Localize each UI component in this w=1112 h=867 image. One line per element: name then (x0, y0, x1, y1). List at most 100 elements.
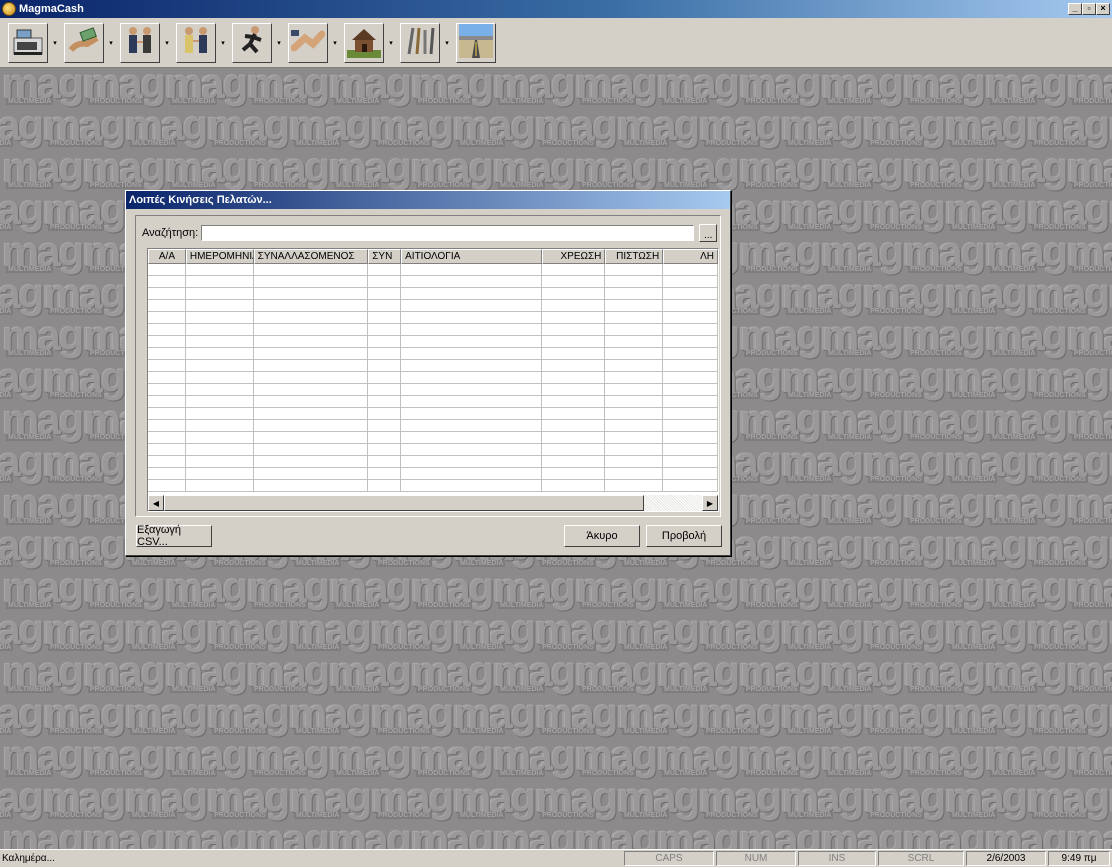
table-cell[interactable] (148, 348, 186, 360)
table-cell[interactable] (368, 264, 402, 276)
table-row[interactable] (148, 288, 718, 300)
table-cell[interactable] (541, 336, 606, 348)
table-cell[interactable] (541, 444, 606, 456)
running-man-button[interactable] (232, 22, 272, 63)
table-cell[interactable] (663, 408, 718, 420)
table-row[interactable] (148, 384, 718, 396)
table-cell[interactable] (541, 372, 606, 384)
table-cell[interactable] (541, 264, 606, 276)
table-cell[interactable] (368, 396, 402, 408)
table-cell[interactable] (185, 312, 254, 324)
table-row[interactable] (148, 432, 718, 444)
table-cell[interactable] (148, 432, 186, 444)
table-cell[interactable] (663, 276, 718, 288)
column-header[interactable]: ΛΗ (663, 249, 718, 264)
horizontal-scrollbar[interactable]: ◀ ▶ (148, 495, 718, 511)
table-cell[interactable] (605, 396, 664, 408)
dropdown-arrow-icon[interactable]: ▾ (332, 23, 338, 63)
column-header[interactable]: ΣΥΝΑΛΛΑΣΟΜΕΝΟΣ (253, 249, 369, 264)
table-cell[interactable] (401, 480, 542, 492)
dropdown-arrow-icon[interactable]: ▾ (52, 23, 58, 63)
table-cell[interactable] (401, 336, 542, 348)
table-cell[interactable] (368, 432, 402, 444)
table-cell[interactable] (185, 288, 254, 300)
table-cell[interactable] (541, 360, 606, 372)
table-cell[interactable] (401, 276, 542, 288)
table-cell[interactable] (541, 300, 606, 312)
table-cell[interactable] (148, 300, 186, 312)
table-cell[interactable] (148, 396, 186, 408)
table-cell[interactable] (148, 444, 186, 456)
table-cell[interactable] (663, 444, 718, 456)
table-cell[interactable] (148, 384, 186, 396)
table-cell[interactable] (368, 348, 402, 360)
table-cell[interactable] (253, 384, 369, 396)
table-cell[interactable] (605, 432, 664, 444)
money-hand-button[interactable] (64, 22, 104, 63)
table-cell[interactable] (605, 288, 664, 300)
table-cell[interactable] (148, 264, 186, 276)
table-cell[interactable] (185, 324, 254, 336)
scroll-track[interactable] (644, 495, 702, 511)
table-cell[interactable] (253, 360, 369, 372)
table-cell[interactable] (605, 276, 664, 288)
handshake-people-button[interactable] (176, 22, 216, 63)
table-cell[interactable] (663, 468, 718, 480)
minimize-button[interactable]: _ (1068, 3, 1082, 15)
table-cell[interactable] (185, 408, 254, 420)
table-row[interactable] (148, 372, 718, 384)
table-cell[interactable] (253, 372, 369, 384)
dropdown-arrow-icon[interactable]: ▾ (220, 23, 226, 63)
table-cell[interactable] (253, 324, 369, 336)
table-cell[interactable] (368, 360, 402, 372)
table-cell[interactable] (663, 324, 718, 336)
table-cell[interactable] (253, 468, 369, 480)
table-cell[interactable] (541, 324, 606, 336)
table-row[interactable] (148, 276, 718, 288)
table-row[interactable] (148, 336, 718, 348)
table-cell[interactable] (605, 420, 664, 432)
table-row[interactable] (148, 420, 718, 432)
table-cell[interactable] (401, 408, 542, 420)
table-cell[interactable] (253, 312, 369, 324)
table-cell[interactable] (253, 444, 369, 456)
table-cell[interactable] (605, 468, 664, 480)
table-cell[interactable] (401, 444, 542, 456)
table-cell[interactable] (185, 432, 254, 444)
table-cell[interactable] (401, 420, 542, 432)
road-button[interactable] (456, 22, 496, 63)
table-cell[interactable] (253, 348, 369, 360)
table-cell[interactable] (541, 408, 606, 420)
restore-button[interactable]: ▫ (1082, 3, 1096, 15)
dropdown-arrow-icon[interactable]: ▾ (108, 23, 114, 63)
table-row[interactable] (148, 468, 718, 480)
table-cell[interactable] (401, 288, 542, 300)
transactions-grid[interactable]: Α/Α ΗΜΕΡΟΜΗΝΙΑ ΣΥΝΑΛΛΑΣΟΜΕΝΟΣ ΣΥΝ ΑΙΤΙΟΛΟΓΙΑ… (147, 248, 719, 512)
table-cell[interactable] (148, 312, 186, 324)
table-cell[interactable] (663, 384, 718, 396)
table-cell[interactable] (401, 348, 542, 360)
table-cell[interactable] (663, 456, 718, 468)
column-header[interactable]: ΧΡΕΩΣΗ (541, 249, 606, 264)
table-cell[interactable] (663, 432, 718, 444)
dropdown-arrow-icon[interactable]: ▾ (164, 23, 170, 63)
table-cell[interactable] (605, 348, 664, 360)
table-row[interactable] (148, 360, 718, 372)
table-cell[interactable] (368, 336, 402, 348)
column-header[interactable]: ΣΥΝ (368, 249, 402, 264)
table-cell[interactable] (663, 300, 718, 312)
table-cell[interactable] (253, 300, 369, 312)
table-row[interactable] (148, 348, 718, 360)
table-cell[interactable] (253, 480, 369, 492)
table-cell[interactable] (253, 288, 369, 300)
table-cell[interactable] (368, 468, 402, 480)
table-row[interactable] (148, 480, 718, 492)
table-cell[interactable] (253, 276, 369, 288)
tools-button[interactable] (400, 22, 440, 63)
table-cell[interactable] (368, 324, 402, 336)
table-cell[interactable] (401, 312, 542, 324)
table-cell[interactable] (401, 360, 542, 372)
table-cell[interactable] (148, 480, 186, 492)
table-cell[interactable] (148, 408, 186, 420)
table-cell[interactable] (663, 348, 718, 360)
